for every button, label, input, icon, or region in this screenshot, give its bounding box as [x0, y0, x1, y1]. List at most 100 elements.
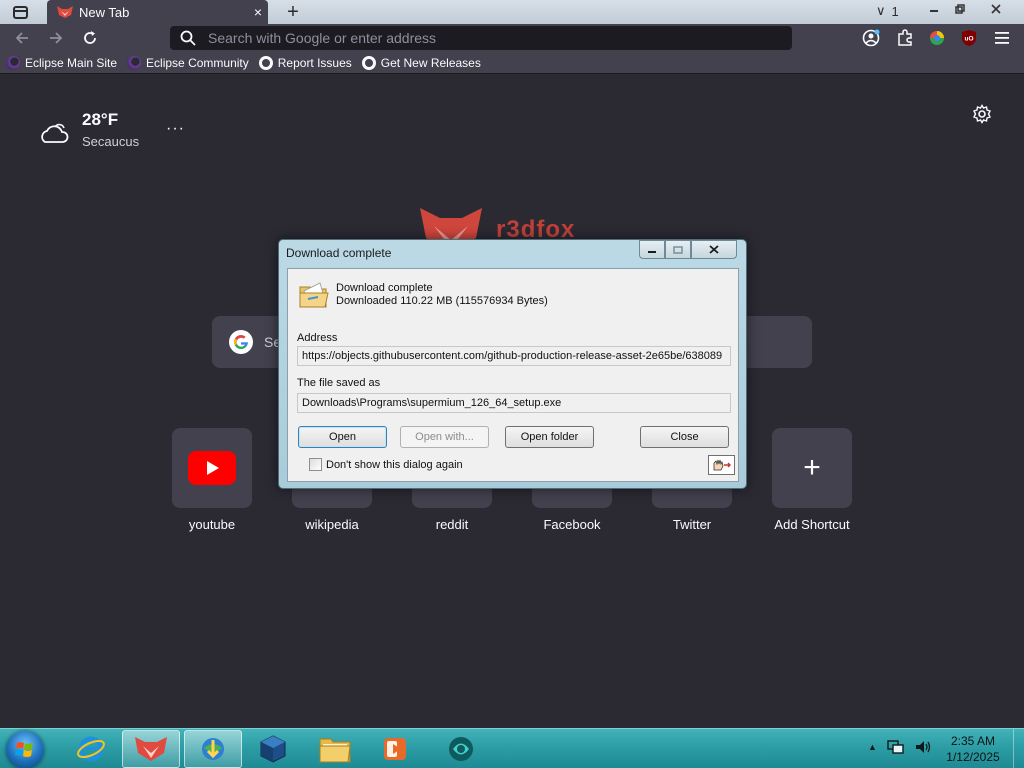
puzzle-icon	[898, 29, 912, 46]
github-icon	[361, 55, 376, 70]
shortcut-label: wikipedia	[305, 517, 359, 532]
taskbar-file-explorer[interactable]	[306, 730, 364, 768]
reload-button[interactable]	[77, 26, 103, 50]
reload-icon	[84, 31, 96, 44]
start-button[interactable]	[6, 731, 44, 768]
shortcut-add[interactable]: + Add Shortcut	[772, 428, 852, 532]
colorful-extension-button[interactable]	[926, 27, 948, 49]
address-field[interactable]: https://objects.githubusercontent.com/gi…	[297, 346, 731, 366]
ublock-shield-icon: uO	[962, 30, 976, 46]
address-label: Address	[297, 332, 338, 344]
new-tab-button[interactable]: +	[281, 0, 305, 24]
dialog-title: Download complete	[286, 246, 392, 260]
open-button[interactable]: Open	[298, 426, 387, 448]
hand-arrow-icon	[713, 459, 731, 471]
extension-colorful-icon	[930, 31, 944, 45]
extensions-button[interactable]	[894, 27, 916, 49]
hamburger-menu-icon	[995, 32, 1009, 44]
saved-path-field[interactable]: Downloads\Programs\supermium_126_64_setu…	[297, 393, 731, 413]
internet-explorer-icon	[77, 736, 105, 762]
download-size-text: Downloaded 110.22 MB (115576934 Bytes)	[336, 295, 548, 307]
taskbar-virtualbox[interactable]	[244, 730, 302, 768]
dialog-window-controls	[639, 240, 737, 259]
forward-button[interactable]	[43, 26, 69, 50]
menu-button[interactable]	[991, 27, 1013, 49]
chevron-down-icon: ∨	[876, 3, 886, 18]
taskbar-r3dfox[interactable]	[122, 730, 180, 768]
open-folder-button[interactable]: Open folder	[505, 426, 594, 448]
bookmark-eclipse-main-site[interactable]: Eclipse Main Site	[6, 55, 118, 70]
bookmarks-toolbar: Eclipse Main Site Eclipse Community Repo…	[0, 52, 1024, 74]
show-desktop-button[interactable]	[1013, 729, 1024, 768]
shortcut-label: reddit	[435, 517, 469, 532]
address-input[interactable]	[208, 30, 768, 46]
checkbox-label: Don't show this dialog again	[326, 458, 463, 471]
bookmark-get-new-releases[interactable]: Get New Releases	[361, 55, 481, 70]
dialog-minimize-button[interactable]	[639, 240, 665, 259]
network-icon[interactable]	[887, 739, 905, 755]
idm-options-button[interactable]	[708, 455, 735, 475]
arrow-right-icon	[50, 32, 63, 44]
windows-logo-icon	[15, 742, 33, 757]
back-button[interactable]	[9, 26, 35, 50]
minimize-icon	[648, 250, 656, 253]
dialog-close-button[interactable]	[691, 240, 737, 259]
show-hidden-icons-button[interactable]: ▲	[868, 742, 877, 752]
svg-text:uO: uO	[964, 36, 973, 43]
checkbox-box[interactable]	[309, 458, 322, 471]
tab-close-icon[interactable]: ×	[248, 4, 268, 20]
eclipse-icon	[127, 55, 142, 70]
weather-more-options-icon[interactable]: ···	[166, 120, 185, 138]
newtab-settings-button[interactable]	[972, 104, 994, 126]
eclipse-icon	[6, 55, 20, 70]
dont-show-again-checkbox[interactable]: Don't show this dialog again	[309, 458, 463, 471]
close-icon	[990, 4, 1001, 14]
open-with-button[interactable]: Open with...	[400, 426, 489, 448]
bookmark-label: Eclipse Community	[146, 55, 249, 70]
taskbar-internet-explorer[interactable]	[62, 730, 120, 768]
weather-temperature: 28°F	[82, 110, 119, 129]
taskbar-media-player[interactable]	[366, 730, 424, 768]
tab-new-tab[interactable]: New Tab ×	[47, 0, 268, 24]
r3dfox-icon	[135, 737, 167, 761]
taskbar-teal-app[interactable]	[432, 730, 490, 768]
minimize-icon	[929, 10, 938, 12]
restore-icon	[954, 4, 965, 14]
bookmark-report-issues[interactable]: Report Issues	[258, 55, 352, 70]
tab-title: New Tab	[79, 4, 130, 20]
system-clock[interactable]: 2:35 AM 1/12/2025	[938, 733, 1008, 765]
shortcut-tile	[172, 428, 252, 508]
dialog-titlebar[interactable]: Download complete	[279, 240, 746, 266]
bookmark-label: Get New Releases	[380, 55, 481, 70]
bookmark-eclipse-community[interactable]: Eclipse Community	[127, 55, 249, 70]
windows-taskbar: ▲ 2:35 AM 1/12/2025	[0, 728, 1024, 768]
account-button[interactable]	[860, 27, 882, 49]
window-restore-button[interactable]	[946, 0, 973, 18]
tab-list-button[interactable]	[6, 2, 34, 22]
address-bar[interactable]	[170, 26, 792, 50]
weather-widget[interactable]: 28°F Secaucus	[38, 110, 139, 149]
taskbar-download-manager[interactable]	[184, 730, 242, 768]
tab-list-icon	[12, 5, 28, 19]
window-close-button[interactable]	[972, 0, 1019, 18]
window-minimize-button[interactable]	[920, 0, 947, 18]
volume-icon[interactable]	[915, 739, 933, 755]
dialog-heading: Download complete	[336, 282, 433, 294]
shortcut-tile: +	[772, 428, 852, 508]
ublock-origin-button[interactable]: uO	[958, 27, 980, 49]
shortcut-label: Facebook	[543, 517, 601, 532]
close-button[interactable]: Close	[640, 426, 729, 448]
plus-icon: +	[803, 451, 821, 484]
bookmark-label: Eclipse Main Site	[25, 55, 118, 70]
dialog-maximize-button[interactable]	[665, 240, 691, 259]
saved-as-label: The file saved as	[297, 377, 381, 389]
cloudy-weather-icon	[41, 123, 69, 143]
clock-date: 1/12/2025	[946, 750, 1000, 764]
virtualbox-cube-icon	[260, 735, 286, 763]
shortcut-youtube[interactable]: youtube	[172, 428, 252, 532]
open-folder-icon	[299, 282, 329, 308]
bookmark-label: Report Issues	[277, 55, 352, 70]
tab-overflow-button[interactable]: ∨ 1	[876, 3, 899, 19]
dialog-body: Download complete Downloaded 110.22 MB (…	[287, 268, 739, 482]
maximize-icon	[673, 245, 683, 254]
